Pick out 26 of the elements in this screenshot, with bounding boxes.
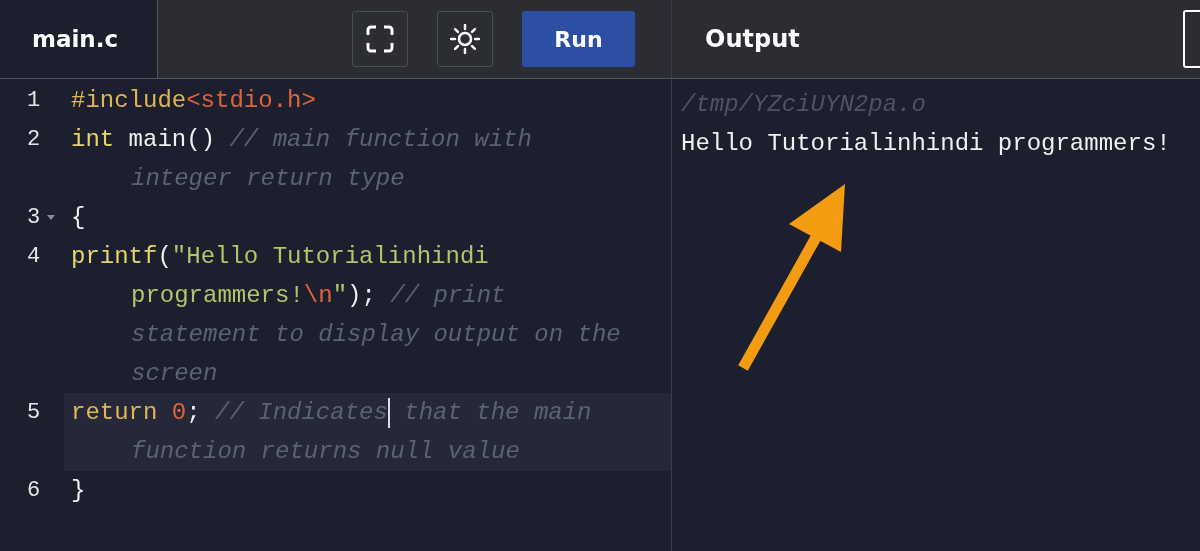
code-line: integer return type — [130, 164, 406, 194]
code-line: #include<stdio.h> — [71, 86, 316, 116]
code-line: function returns null value — [130, 437, 521, 467]
run-button[interactable]: Run — [522, 11, 635, 67]
code-line: printf("Hello Tutorialinhindi — [71, 242, 490, 272]
fullscreen-button[interactable] — [352, 11, 408, 67]
line-number: 6 — [27, 477, 41, 505]
code-line: statement to display output on the — [130, 320, 621, 350]
fullscreen-icon — [365, 24, 395, 54]
clear-button[interactable] — [1183, 10, 1200, 68]
line-number: 5 — [27, 399, 41, 427]
code-line: return 0; // Indicates that the main — [71, 396, 592, 430]
code-line: { — [71, 203, 86, 233]
code-line: programmers!\n"); // print — [130, 281, 507, 311]
code-line: screen — [130, 359, 219, 389]
program-output: Hello Tutorialinhindi programmers! — [681, 129, 1172, 159]
line-number: 2 — [27, 126, 41, 154]
theme-button[interactable] — [437, 11, 493, 67]
code-line: int main() // main function with — [71, 125, 532, 155]
output-title: Output — [705, 25, 801, 53]
line-number: 4 — [27, 243, 41, 271]
code-line: } — [71, 476, 86, 506]
file-tab[interactable]: main.c — [0, 0, 158, 78]
line-number: 3 — [27, 204, 41, 232]
line-number: 1 — [27, 87, 41, 115]
sun-icon — [450, 24, 480, 54]
